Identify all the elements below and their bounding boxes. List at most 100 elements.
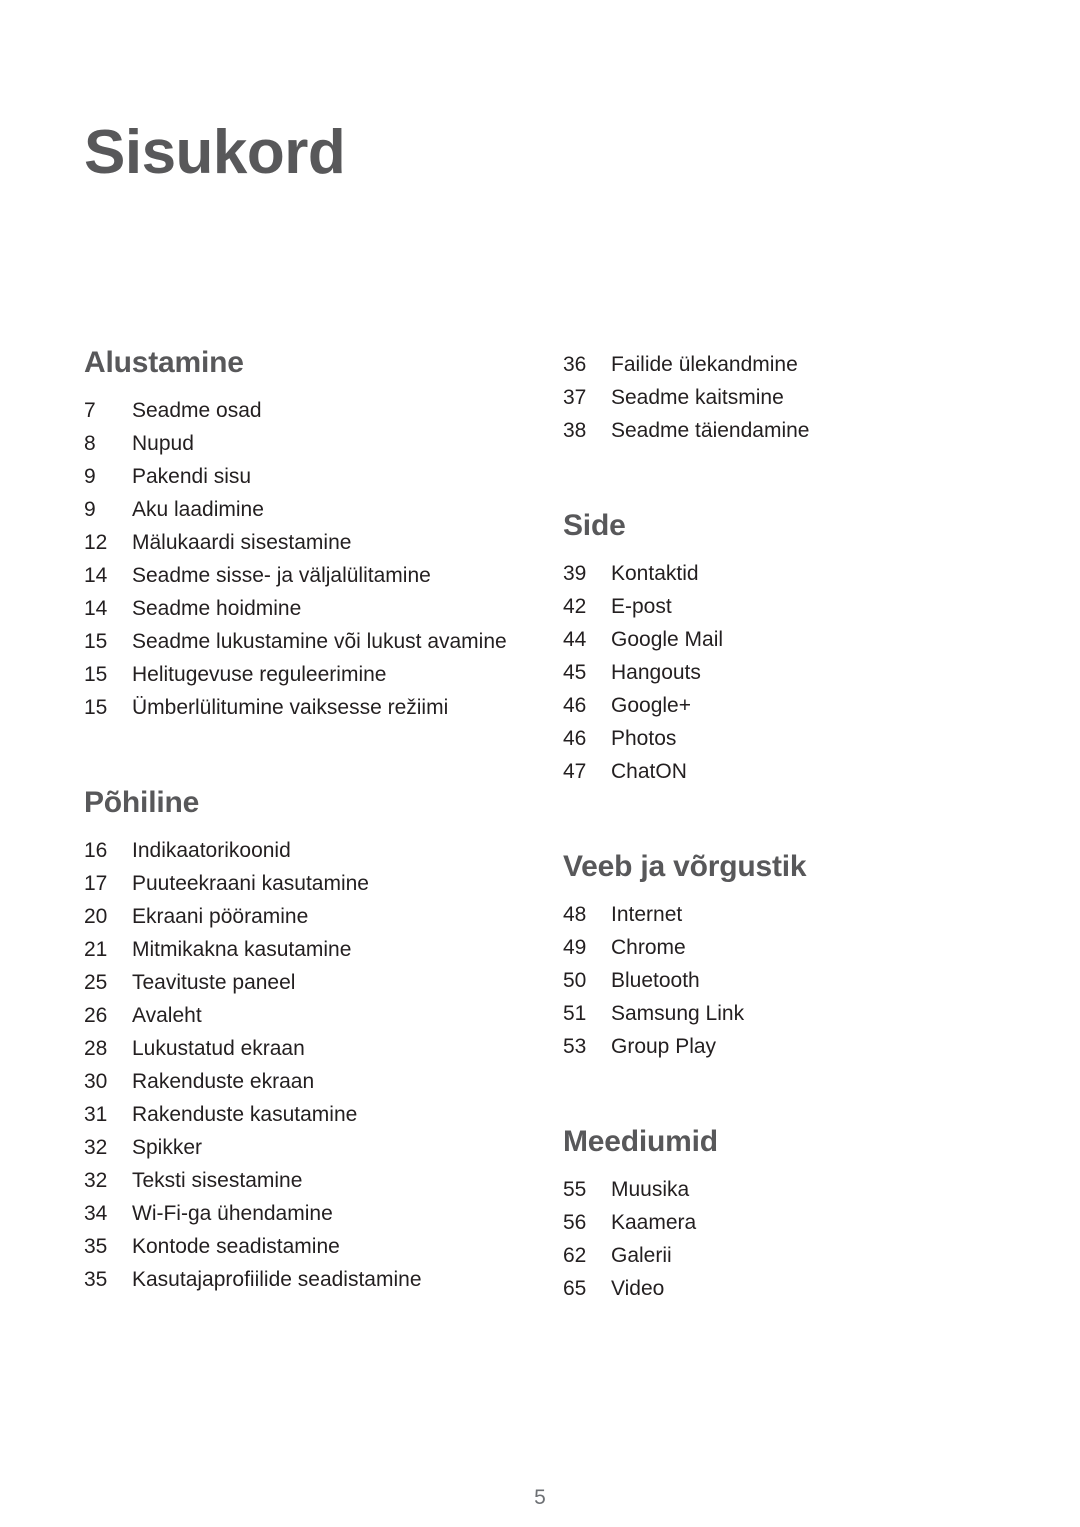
toc-entry-page-number: 32 <box>84 1169 108 1192</box>
page-title: Sisukord <box>84 118 346 187</box>
toc-entry[interactable]: 32 Spikker <box>84 1131 539 1164</box>
toc-section-heading: Alustamine <box>84 346 244 379</box>
toc-entry[interactable]: 7 Seadme osad <box>84 394 539 427</box>
toc-entry[interactable]: 20 Ekraani pööramine <box>84 900 539 933</box>
toc-section: Veeb ja võrgustik 48 Internet 49 Chrome 50 Blu… <box>563 852 993 1063</box>
toc-entry-title: Google+ <box>611 694 691 717</box>
toc-entry-title: Kontaktid <box>611 562 699 585</box>
toc-entry[interactable]: 44 Google Mail <box>563 623 993 656</box>
toc-entry-title: Nupud <box>132 432 194 455</box>
toc-entry-page-number: 7 <box>84 399 96 422</box>
toc-entry-page-number: 31 <box>84 1103 108 1126</box>
toc-entry-title: Samsung Link <box>611 1002 745 1025</box>
toc-entry-title: Teavituste paneel <box>132 971 296 994</box>
toc-entry-title: ChatON <box>611 760 687 783</box>
toc-entry-list: 39 Kontaktid 42 E-post 44 Google Mail 45 Hangou… <box>563 557 993 788</box>
toc-entry[interactable]: 50 Bluetooth <box>563 964 993 997</box>
toc-entry[interactable]: 15 Helitugevuse reguleerimine <box>84 658 539 691</box>
toc-entry-title: Spikker <box>132 1136 203 1159</box>
toc-entry[interactable]: 48 Internet <box>563 898 993 931</box>
toc-entry-page-number: 9 <box>84 498 96 521</box>
toc-entry[interactable]: 55 Muusika <box>563 1173 993 1206</box>
toc-entry[interactable]: 37 Seadme kaitsmine <box>563 381 993 414</box>
toc-entry[interactable]: 65 Video <box>563 1272 993 1305</box>
toc-entry-page-number: 38 <box>563 419 587 442</box>
toc-entry-title: Rakenduste kasutamine <box>132 1103 358 1126</box>
toc-entry-page-number: 50 <box>563 969 587 992</box>
toc-page: Sisukord Alustamine 7 Seadme osad 8 Nupud 9 Pa… <box>0 0 1080 1527</box>
toc-entry-page-number: 62 <box>563 1244 587 1267</box>
toc-entry-page-number: 55 <box>563 1178 587 1201</box>
toc-entry[interactable]: 15 Ümberlülitumine vaiksesse režiimi <box>84 691 539 724</box>
toc-entry[interactable]: 17 Puuteekraani kasutamine <box>84 867 539 900</box>
toc-entry-title: Ekraani pööramine <box>132 905 309 928</box>
toc-entry[interactable]: 42 E-post <box>563 590 993 623</box>
toc-entry[interactable]: 15 Seadme lukustamine või lukust avamine <box>84 625 539 658</box>
toc-entry[interactable]: 45 Hangouts <box>563 656 993 689</box>
toc-column-right: 36 Failide ülekandmine 37 Seadme kaitsmine 3… <box>563 348 993 1305</box>
toc-entry[interactable]: 46 Google+ <box>563 689 993 722</box>
toc-entry[interactable]: 34 Wi-Fi-ga ühendamine <box>84 1197 539 1230</box>
toc-entry[interactable]: 12 Mälukaardi sisestamine <box>84 526 539 559</box>
toc-entry[interactable]: 62 Galerii <box>563 1239 993 1272</box>
toc-entry[interactable]: 35 Kasutajaprofiilide seadistamine <box>84 1263 539 1296</box>
toc-entry-title: Seadme täiendamine <box>611 419 810 442</box>
toc-entry-title: Seadme osad <box>132 399 262 422</box>
toc-entry-page-number: 12 <box>84 531 108 554</box>
toc-section-heading: Meediumid <box>563 1125 718 1158</box>
toc-entry[interactable]: 14 Seadme hoidmine <box>84 592 539 625</box>
toc-entry[interactable]: 36 Failide ülekandmine <box>563 348 993 381</box>
toc-entry-title: Galerii <box>611 1244 672 1267</box>
toc-entry[interactable]: 8 Nupud <box>84 427 539 460</box>
toc-entry[interactable]: 14 Seadme sisse- ja väljalülitamine <box>84 559 539 592</box>
toc-entry-page-number: 14 <box>84 597 108 620</box>
toc-entry-title: Photos <box>611 727 677 750</box>
toc-entry[interactable]: 26 Avaleht <box>84 999 539 1032</box>
toc-entry[interactable]: 9 Aku laadimine <box>84 493 539 526</box>
toc-entry[interactable]: 56 Kaamera <box>563 1206 993 1239</box>
toc-entry-page-number: 9 <box>84 465 96 488</box>
toc-entry[interactable]: 21 Mitmikakna kasutamine <box>84 933 539 966</box>
toc-entry-page-number: 14 <box>84 564 108 587</box>
toc-section-heading: Veeb ja võrgustik <box>563 850 807 883</box>
toc-entry[interactable]: 38 Seadme täiendamine <box>563 414 993 447</box>
toc-entry-page-number: 46 <box>563 727 587 750</box>
toc-entry-page-number: 39 <box>563 562 587 585</box>
toc-section: Põhiline 16 Indikaatorikoonid 17 Puuteekraan… <box>84 788 539 1296</box>
toc-entry[interactable]: 32 Teksti sisestamine <box>84 1164 539 1197</box>
toc-entry-title: Seadme lukustamine või lukust avamine <box>132 630 507 653</box>
toc-entry[interactable]: 53 Group Play <box>563 1030 993 1063</box>
toc-entry[interactable]: 35 Kontode seadistamine <box>84 1230 539 1263</box>
toc-entry[interactable]: 25 Teavituste paneel <box>84 966 539 999</box>
toc-entry[interactable]: 49 Chrome <box>563 931 993 964</box>
toc-entry-title: Muusika <box>611 1178 690 1201</box>
toc-entry-title: Seadme sisse- ja väljalülitamine <box>132 564 431 587</box>
toc-entry[interactable]: 31 Rakenduste kasutamine <box>84 1098 539 1131</box>
toc-entry[interactable]: 9 Pakendi sisu <box>84 460 539 493</box>
toc-entry-page-number: 42 <box>563 595 587 618</box>
toc-entry-title: Ümberlülitumine vaiksesse režiimi <box>132 696 449 719</box>
toc-entry[interactable]: 28 Lukustatud ekraan <box>84 1032 539 1065</box>
toc-entry[interactable]: 46 Photos <box>563 722 993 755</box>
toc-entry-title: Kaamera <box>611 1211 697 1234</box>
toc-entry-page-number: 32 <box>84 1136 108 1159</box>
toc-entry-page-number: 28 <box>84 1037 108 1060</box>
toc-entry-title: Indikaatorikoonid <box>132 839 291 862</box>
toc-entry[interactable]: 51 Samsung Link <box>563 997 993 1030</box>
toc-entry[interactable]: 30 Rakenduste ekraan <box>84 1065 539 1098</box>
toc-entry-title: Wi-Fi-ga ühendamine <box>132 1202 333 1225</box>
toc-entry-page-number: 35 <box>84 1235 108 1258</box>
toc-entry[interactable]: 39 Kontaktid <box>563 557 993 590</box>
toc-entry[interactable]: 16 Indikaatorikoonid <box>84 834 539 867</box>
toc-entry-page-number: 34 <box>84 1202 108 1225</box>
toc-entry-title: Group Play <box>611 1035 717 1058</box>
toc-entry-page-number: 45 <box>563 661 587 684</box>
toc-entry-list: 48 Internet 49 Chrome 50 Bluetooth 51 Samsung L… <box>563 898 993 1063</box>
toc-entry[interactable]: 47 ChatON <box>563 755 993 788</box>
toc-section-heading: Põhiline <box>84 786 200 819</box>
toc-entry-list: 55 Muusika 56 Kaamera 62 Galerii 65 Video <box>563 1173 993 1305</box>
toc-entry-page-number: 46 <box>563 694 587 717</box>
toc-section: Alustamine 7 Seadme osad 8 Nupud 9 Pakendi sis… <box>84 348 539 724</box>
toc-entry-page-number: 56 <box>563 1211 587 1234</box>
toc-entry-title: Video <box>611 1277 665 1300</box>
